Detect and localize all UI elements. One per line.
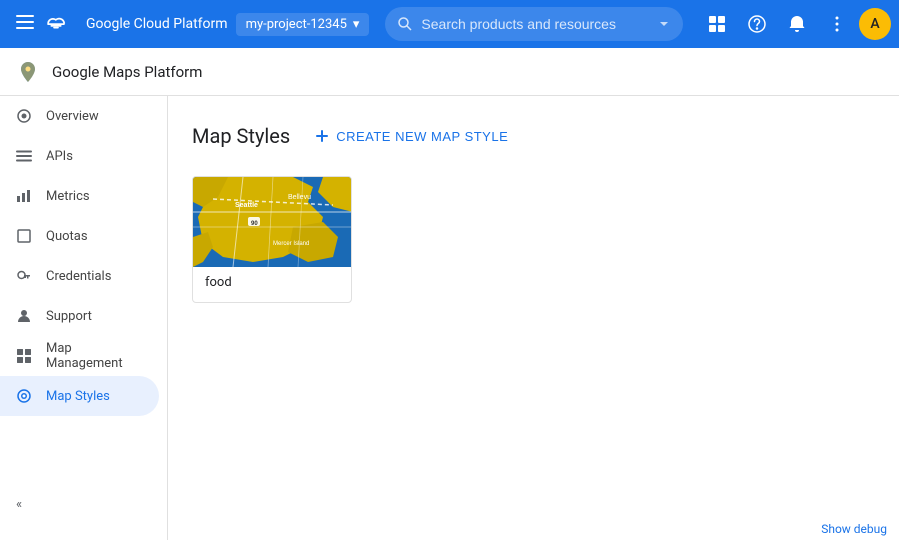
sidebar-item-map-styles[interactable]: Map Styles [0,376,159,416]
svg-text:Seattle: Seattle [235,202,258,209]
subheader: Google Maps Platform [0,48,899,96]
menu-icon[interactable] [8,5,42,43]
sidebar-item-metrics[interactable]: Metrics [0,176,159,216]
create-new-map-style-button[interactable]: CREATE NEW MAP STYLE [314,120,508,152]
show-debug-label: Show debug [821,522,887,536]
search-bar[interactable] [385,7,683,41]
chevron-down-icon: ▾ [353,17,360,32]
map-management-icon [16,348,32,364]
notifications-icon-btn[interactable] [779,6,815,42]
map-thumbnail: Seattle Bellevu Mercer Island 90 [193,177,352,267]
map-styles-grid: Seattle Bellevu Mercer Island 90 food [192,176,875,303]
grid-icon-btn[interactable] [699,6,735,42]
collapse-icon: « [16,497,22,512]
sidebar-label-map-styles: Map Styles [46,389,110,404]
support-icon [16,308,32,324]
page-header: Map Styles CREATE NEW MAP STYLE [192,120,875,152]
user-avatar[interactable]: A [859,8,891,40]
help-icon-btn[interactable] [739,6,775,42]
debug-bar[interactable]: Show debug [809,518,899,540]
apis-icon [16,148,32,164]
sidebar-item-map-management[interactable]: Map Management [0,336,159,376]
google-cloud-logo [42,10,70,38]
sidebar-item-quotas[interactable]: Quotas [0,216,159,256]
map-style-card-food[interactable]: Seattle Bellevu Mercer Island 90 food [192,176,352,303]
topbar: Google Cloud Platform my-project-12345 ▾ [0,0,899,48]
sidebar-item-apis[interactable]: APIs [0,136,159,176]
sidebar-label-metrics: Metrics [46,189,90,204]
sidebar-item-credentials[interactable]: Credentials [0,256,159,296]
sidebar-item-support[interactable]: Support [0,296,159,336]
sidebar-item-overview[interactable]: Overview [0,96,159,136]
map-style-name: food [193,267,351,302]
svg-text:Mercer Island: Mercer Island [273,241,309,247]
topbar-title: Google Cloud Platform [86,16,228,32]
sidebar-label-credentials: Credentials [46,269,111,284]
sidebar-label-quotas: Quotas [46,229,88,244]
map-styles-icon [16,388,32,404]
search-input[interactable] [421,16,657,32]
topbar-actions: A [699,6,891,42]
metrics-icon [16,188,32,204]
more-options-icon-btn[interactable] [819,6,855,42]
svg-text:90: 90 [251,221,258,227]
sidebar-collapse-btn[interactable]: « [0,484,168,524]
subheader-title: Google Maps Platform [52,63,202,81]
sidebar-label-support: Support [46,309,92,324]
sidebar: Overview APIs Metrics Quotas [0,96,168,540]
main-content: Map Styles CREATE NEW MAP STYLE [168,96,899,540]
project-name: my-project-12345 [246,17,347,32]
project-selector[interactable]: my-project-12345 ▾ [236,13,370,36]
page-title: Map Styles [192,124,290,148]
sidebar-label-overview: Overview [46,109,99,124]
sidebar-label-map-management: Map Management [46,341,143,371]
quotas-icon [16,228,32,244]
sidebar-label-apis: APIs [46,149,73,164]
credentials-icon [16,268,32,284]
create-button-label: CREATE NEW MAP STYLE [336,129,508,144]
svg-text:Bellevu: Bellevu [288,194,311,201]
overview-icon [16,108,32,124]
